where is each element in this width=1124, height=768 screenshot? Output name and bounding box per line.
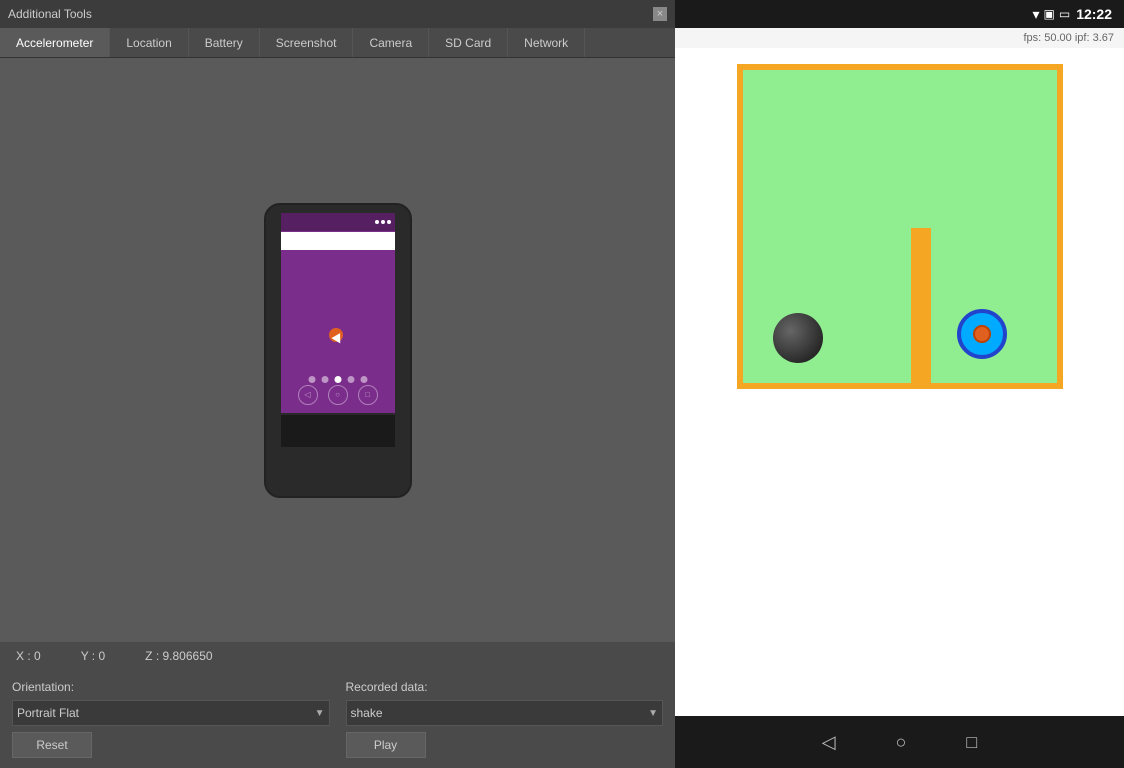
- tab-battery[interactable]: Battery: [189, 28, 260, 57]
- page-dot-3: [334, 376, 341, 383]
- title-bar: Additional Tools ×: [0, 0, 675, 28]
- recorded-select[interactable]: shake ▼: [346, 700, 664, 726]
- android-clock: 12:22: [1076, 6, 1112, 22]
- recorded-dropdown-arrow: ▼: [648, 708, 658, 719]
- android-back-icon[interactable]: ◁: [822, 732, 836, 753]
- reset-button[interactable]: Reset: [12, 732, 92, 758]
- phone-address-bar: [281, 232, 395, 250]
- accel-y: Y : 0: [81, 649, 105, 663]
- phone-recents-btn[interactable]: □: [358, 385, 378, 405]
- fps-value: fps: 50.00 ipf: 3.67: [1023, 32, 1114, 44]
- phone-back-btn[interactable]: ◁: [298, 385, 318, 405]
- orange-barrier: [911, 228, 931, 383]
- page-dot-5: [360, 376, 367, 383]
- tab-camera[interactable]: Camera: [353, 28, 429, 57]
- game-area: [675, 48, 1124, 716]
- phone-screen: ◁ ○ □: [281, 213, 395, 413]
- battery-icon: ▭: [1059, 7, 1070, 21]
- orientation-select[interactable]: Portrait Flat ▼: [12, 700, 330, 726]
- tab-sdcard[interactable]: SD Card: [429, 28, 508, 57]
- phone-page-dots: [308, 376, 367, 383]
- signal-dot-3: [387, 220, 391, 224]
- tab-bar: Accelerometer Location Battery Screensho…: [0, 28, 675, 58]
- android-emulator-panel: ▾ ▣ ▭ 12:22 fps: 50.00 ipf: 3.67 ◁ ○ □: [675, 0, 1124, 768]
- target-inner-dot: [973, 325, 991, 343]
- tab-location[interactable]: Location: [110, 28, 188, 57]
- recorded-data-group: Recorded data: shake ▼ Play: [346, 680, 664, 758]
- phone-bottom-bar: [281, 415, 395, 447]
- android-recents-icon[interactable]: □: [966, 732, 977, 753]
- signal-icon: ▣: [1044, 7, 1055, 21]
- tab-accelerometer[interactable]: Accelerometer: [0, 28, 110, 57]
- orientation-dropdown-arrow: ▼: [315, 708, 325, 719]
- android-home-icon[interactable]: ○: [896, 732, 907, 753]
- wifi-icon: ▾: [1032, 6, 1039, 23]
- controls-area: Orientation: Portrait Flat ▼ Reset Recor…: [0, 670, 675, 768]
- phone-nav-buttons: ◁ ○ □: [298, 385, 378, 405]
- page-dot-4: [347, 376, 354, 383]
- recorded-value: shake: [351, 706, 383, 720]
- orientation-value: Portrait Flat: [17, 706, 79, 720]
- android-status-bar: ▾ ▣ ▭ 12:22: [675, 0, 1124, 28]
- phone-device: ◁ ○ □: [264, 203, 412, 498]
- signal-dot-1: [375, 220, 379, 224]
- android-nav-bar: ◁ ○ □: [675, 716, 1124, 768]
- accel-z: Z : 9.806650: [145, 649, 212, 663]
- phone-home-btn[interactable]: ○: [328, 385, 348, 405]
- phone-preview-area: ◁ ○ □: [0, 58, 675, 642]
- tab-screenshot[interactable]: Screenshot: [260, 28, 354, 57]
- panel-title: Additional Tools: [8, 7, 92, 21]
- fps-bar: fps: 50.00 ipf: 3.67: [675, 28, 1124, 48]
- tab-network[interactable]: Network: [508, 28, 585, 57]
- accelerometer-values: X : 0 Y : 0 Z : 9.806650: [0, 642, 675, 670]
- page-dot-2: [321, 376, 328, 383]
- recorded-label: Recorded data:: [346, 680, 664, 694]
- target-circle: [957, 309, 1007, 359]
- accel-x: X : 0: [16, 649, 41, 663]
- signal-dot-2: [381, 220, 385, 224]
- additional-tools-panel: Additional Tools × Accelerometer Locatio…: [0, 0, 675, 768]
- play-button[interactable]: Play: [346, 732, 426, 758]
- game-canvas: [737, 64, 1063, 389]
- page-dot-1: [308, 376, 315, 383]
- orientation-group: Orientation: Portrait Flat ▼ Reset: [12, 680, 330, 758]
- close-button[interactable]: ×: [653, 7, 667, 21]
- black-ball: [773, 313, 823, 363]
- android-status-icons: ▾ ▣ ▭: [1032, 6, 1070, 23]
- phone-status-bar: [281, 213, 395, 231]
- orientation-label: Orientation:: [12, 680, 330, 694]
